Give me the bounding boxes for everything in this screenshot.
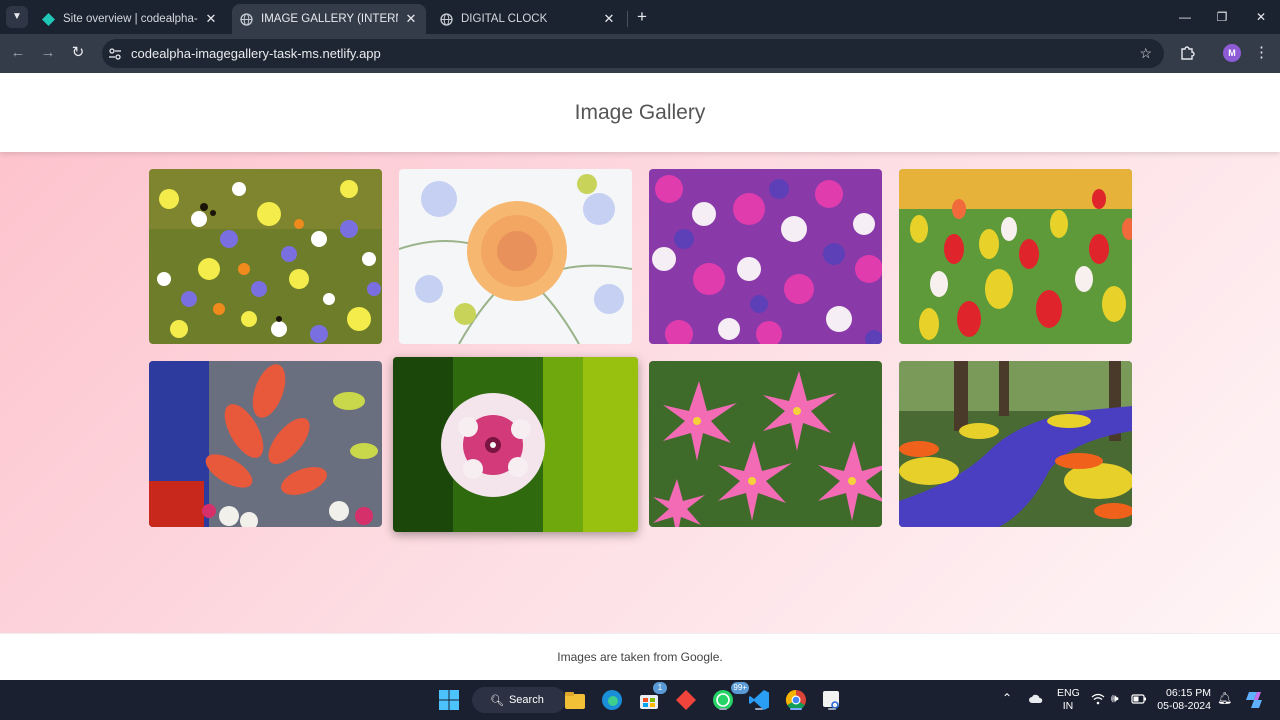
pink-rain-lilies-image (649, 361, 882, 527)
tulip-field-image (899, 169, 1132, 344)
active-indicator (790, 708, 802, 710)
clock-date: 05-08-2024 (1157, 700, 1211, 712)
region-code: IN (1062, 700, 1074, 712)
gallery-image-tulips[interactable] (899, 169, 1132, 344)
onedrive-cloud-icon[interactable] (1028, 694, 1044, 704)
tab-search-menu-icon[interactable]: ▼ (6, 6, 28, 28)
page-viewport: Image Gallery Images are taken from Goog… (0, 73, 1280, 680)
copilot-icon[interactable] (1243, 688, 1267, 712)
minimize-icon[interactable]: — (1176, 8, 1194, 26)
address-bar[interactable]: codealpha-imagegallery-task-ms.netlify.a… (102, 39, 1164, 68)
peach-rose-image (399, 169, 632, 344)
chrome-icon[interactable] (784, 688, 808, 712)
flower-garden-path-image (899, 361, 1132, 527)
wildflower-meadow-image (149, 169, 382, 344)
show-hidden-icons-icon[interactable]: ⌃ (1002, 691, 1012, 705)
new-tab-button[interactable]: + (632, 7, 652, 27)
microsoft-store-icon[interactable]: 1 (637, 682, 667, 712)
gallery-image-garden-path[interactable] (899, 361, 1132, 527)
close-tab-icon[interactable]: ✕ (602, 11, 616, 27)
edge-browser-icon[interactable] (600, 688, 624, 712)
purple-flower-carpet-image (649, 169, 882, 344)
close-tab-icon[interactable]: ✕ (404, 11, 418, 27)
running-indicator (755, 708, 763, 710)
netlify-favicon-icon (42, 12, 55, 26)
pink-dianthus-image (393, 357, 638, 532)
page-title: Image Gallery (574, 100, 706, 124)
footer-credit: Images are taken from Google. (557, 650, 723, 664)
tab-title: IMAGE GALLERY (INTERNSHIP T (261, 13, 398, 25)
search-label: Search (508, 694, 544, 706)
battery-icon[interactable] (1131, 694, 1147, 704)
input-language-indicator[interactable]: ENG IN (1057, 687, 1080, 713)
chrome-menu-icon[interactable]: ⋮ (1254, 43, 1269, 63)
vscode-icon[interactable] (747, 688, 771, 712)
close-tab-icon[interactable]: ✕ (204, 11, 218, 27)
page-header: Image Gallery (0, 73, 1280, 152)
tab-image-gallery[interactable]: IMAGE GALLERY (INTERNSHIP T ✕ (232, 4, 426, 34)
running-indicator (719, 708, 727, 710)
gallery-image-red-tulips[interactable] (149, 361, 382, 527)
file-explorer-icon[interactable] (563, 688, 587, 712)
browser-toolbar: ← → ↻ codealpha-imagegallery-task-ms.net… (0, 34, 1280, 73)
gallery-image-dianthus[interactable] (393, 357, 638, 532)
tab-digital-clock[interactable]: DIGITAL CLOCK ✕ (432, 4, 624, 34)
globe-icon (240, 12, 253, 26)
gallery-image-rain-lilies[interactable] (649, 361, 882, 527)
forward-icon[interactable]: → (38, 43, 58, 63)
page-footer: Images are taken from Google. (0, 633, 1280, 680)
gallery-image-flower-carpet[interactable] (649, 169, 882, 344)
tab-title: DIGITAL CLOCK (461, 13, 548, 25)
gallery-image-rose[interactable] (399, 169, 632, 344)
whatsapp-icon[interactable]: 99+ (711, 682, 749, 712)
taskbar: 🔍︎ Search 1 99+ ⌃ ENG IN 🕪︎ 06:15 PM 05-… (0, 680, 1280, 720)
wifi-icon[interactable] (1091, 693, 1105, 705)
clock-time: 06:15 PM (1166, 687, 1211, 699)
reload-icon[interactable]: ↻ (68, 43, 88, 63)
store-badge: 1 (653, 682, 667, 694)
tab-site-overview[interactable]: Site overview | codealpha-imag ✕ (34, 4, 226, 34)
tab-title: Site overview | codealpha-imag (63, 13, 198, 25)
site-info-icon[interactable] (108, 47, 122, 61)
back-icon[interactable]: ← (8, 43, 28, 63)
bookmark-star-icon[interactable]: ☆ (1139, 45, 1152, 62)
language-code: ENG (1057, 687, 1080, 699)
close-window-icon[interactable]: ✕ (1252, 8, 1270, 26)
maximize-icon[interactable]: ❐ (1213, 8, 1231, 26)
snipping-tool-icon[interactable] (820, 688, 844, 712)
gallery-image-wildflowers[interactable] (149, 169, 382, 344)
red-tulips-pot-image (149, 361, 382, 527)
notifications-bell-icon[interactable]: 🔔︎ (1217, 691, 1232, 705)
globe-icon (440, 12, 453, 26)
taskbar-search-button[interactable]: 🔍︎ Search (472, 687, 566, 713)
extensions-puzzle-icon[interactable] (1179, 44, 1197, 62)
profile-avatar[interactable]: M (1223, 44, 1241, 62)
anydesk-icon[interactable] (674, 688, 698, 712)
tab-strip: ▼ Site overview | codealpha-imag ✕ IMAGE… (0, 0, 1280, 34)
taskbar-clock[interactable]: 06:15 PM 05-08-2024 (1156, 687, 1211, 713)
tab-separator (627, 11, 628, 27)
search-icon: 🔍︎ (490, 694, 504, 707)
volume-icon[interactable]: 🕪︎ (1111, 691, 1119, 706)
running-indicator (828, 708, 836, 710)
windows-start-icon[interactable] (437, 688, 461, 712)
url-text: codealpha-imagegallery-task-ms.netlify.a… (131, 46, 381, 61)
